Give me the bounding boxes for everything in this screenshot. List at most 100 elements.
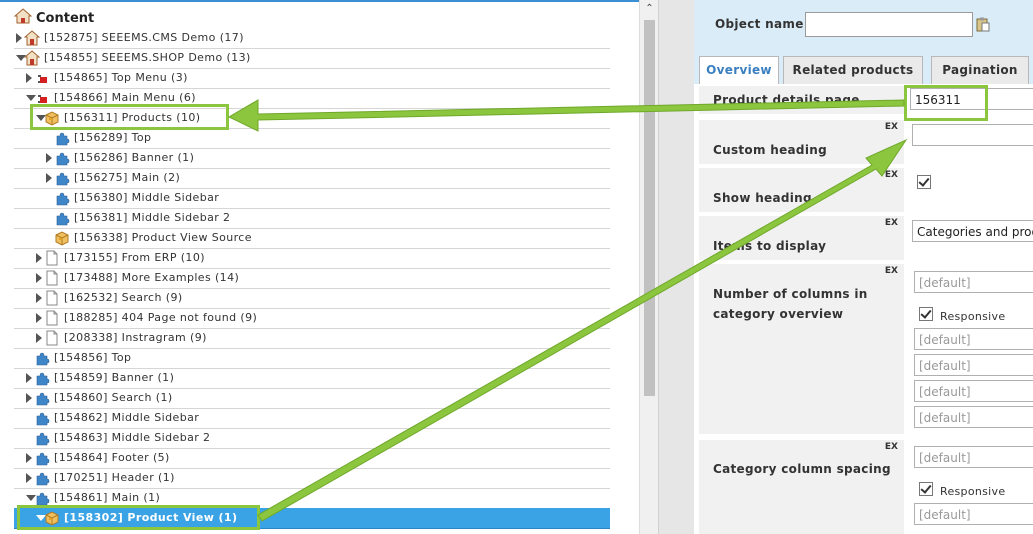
columns-breakpoint-input[interactable]: [default] <box>914 328 1033 350</box>
tree-scrollbar[interactable]: ⌃ <box>639 0 659 534</box>
ex-badge: EX <box>884 442 898 452</box>
tree-row[interactable]: [156380] Middle Sidebar <box>14 188 610 209</box>
ex-badge: EX <box>884 170 898 180</box>
tree-row[interactable]: [152875] SEEEMS.CMS Demo (17) <box>14 28 610 49</box>
tree-row[interactable]: [154860] Search (1) <box>14 388 610 409</box>
tab-overview[interactable]: Overview <box>699 56 779 86</box>
tree-row[interactable]: [173488] More Examples (14) <box>14 268 610 289</box>
content-tree-panel: Content [152875] SEEEMS.CMS Demo (17) [15… <box>0 0 659 534</box>
tree-row[interactable]: [188285] 404 Page not found (9) <box>14 308 610 329</box>
spacing-responsive-checkbox[interactable] <box>919 482 933 496</box>
tree-row-label: [154855] SEEEMS.SHOP Demo (13) <box>44 51 251 64</box>
page-icon <box>44 310 60 326</box>
highlight-products-node <box>30 104 229 130</box>
columns-breakpoint-input[interactable]: [default] <box>914 406 1033 428</box>
highlight-product-details-field <box>904 85 988 121</box>
tree-title[interactable]: Content <box>13 8 94 28</box>
expand-right-icon[interactable] <box>26 393 32 403</box>
tree-row[interactable]: [156338] Product View Source <box>14 228 610 249</box>
object-name-input[interactable] <box>805 12 973 37</box>
expand-right-icon[interactable] <box>36 273 42 283</box>
tree-row[interactable]: [154863] Middle Sidebar 2 <box>14 428 610 449</box>
columns-label-cell: EX Number of columns in category overvie… <box>699 264 904 434</box>
product-details-page-label-cell: Product details page <box>699 86 904 114</box>
expand-right-icon[interactable] <box>46 153 52 163</box>
object-name-label: Object name <box>715 17 804 31</box>
tree-row[interactable]: [162532] Search (9) <box>14 288 610 309</box>
tree-row[interactable]: [156381] Middle Sidebar 2 <box>14 208 610 229</box>
expand-right-icon[interactable] <box>36 313 42 323</box>
custom-heading-input[interactable] <box>912 124 1033 146</box>
spacing-breakpoint-input[interactable]: [default] <box>914 503 1033 525</box>
tree-row-label: [154856] Top <box>54 351 132 364</box>
scroll-up-icon[interactable]: ⌃ <box>640 3 659 17</box>
items-to-display-label-cell: EX Items to display <box>699 216 904 260</box>
puzzle-icon <box>34 450 50 466</box>
home-icon <box>13 8 33 28</box>
columns-label: Number of columns in category overview <box>713 287 868 321</box>
expand-right-icon[interactable] <box>26 73 32 83</box>
expand-right-icon[interactable] <box>16 33 22 43</box>
expand-right-icon[interactable] <box>36 333 42 343</box>
puzzle-icon <box>34 410 50 426</box>
tree-row[interactable]: [154864] Footer (5) <box>14 448 610 469</box>
tree-row-label: [156381] Middle Sidebar 2 <box>74 211 231 224</box>
tree-row[interactable]: [154859] Banner (1) <box>14 368 610 389</box>
overview-form: Product details page 156311 EX Custom he… <box>694 84 1033 534</box>
product-details-page-label: Product details page <box>713 93 860 107</box>
tree-row[interactable]: [170251] Header (1) <box>14 468 610 489</box>
expand-right-icon[interactable] <box>36 253 42 263</box>
tree-row[interactable]: [156275] Main (2) <box>14 168 610 189</box>
spacing-responsive-label: Responsive <box>940 485 1006 498</box>
tree-row-label: [170251] Header (1) <box>54 471 175 484</box>
puzzle-icon <box>34 470 50 486</box>
expand-right-icon[interactable] <box>26 373 32 383</box>
tree-row-label: [173488] More Examples (14) <box>64 271 240 284</box>
spacing-label: Category column spacing <box>713 462 891 476</box>
page-icon <box>44 250 60 266</box>
scroll-thumb[interactable] <box>644 20 655 396</box>
columns-breakpoint-input[interactable]: [default] <box>914 380 1033 402</box>
items-to-display-select[interactable]: Categories and products <box>912 220 1033 242</box>
tabs-strip: Overview Related products Pagination <box>694 56 1033 86</box>
spacing-input[interactable]: [default] <box>914 446 1033 468</box>
show-heading-label: Show heading <box>713 191 812 205</box>
expand-right-icon[interactable] <box>26 453 32 463</box>
house-icon <box>23 30 41 46</box>
expand-right-icon[interactable] <box>36 293 42 303</box>
tree-row[interactable]: [208338] Instragram (9) <box>14 328 610 349</box>
clipboard-icon[interactable] <box>976 17 990 36</box>
columns-breakpoint-input[interactable]: [default] <box>914 354 1033 376</box>
show-heading-label-cell: EX Show heading <box>699 168 904 212</box>
tree-row-label: [154859] Banner (1) <box>54 371 175 384</box>
puzzle-icon <box>34 490 50 506</box>
tree-row[interactable]: [154855] SEEEMS.SHOP Demo (13) <box>14 48 610 69</box>
tree-row[interactable]: [154856] Top <box>14 348 610 369</box>
expand-right-icon[interactable] <box>26 473 32 483</box>
expand-right-icon[interactable] <box>46 173 52 183</box>
tree-row-label: [152875] SEEEMS.CMS Demo (17) <box>44 31 244 44</box>
tree-row[interactable]: [154865] Top Menu (3) <box>14 68 610 89</box>
menu-icon <box>34 70 50 86</box>
tree-row-label: [162532] Search (9) <box>64 291 183 304</box>
columns-responsive-checkbox[interactable] <box>919 307 933 321</box>
tree-row[interactable]: [156286] Banner (1) <box>14 148 610 169</box>
puzzle-icon <box>54 170 70 186</box>
columns-input[interactable]: [default] <box>914 271 1033 293</box>
tree-row-label: [188285] 404 Page not found (9) <box>64 311 258 324</box>
tree-row-label: [156289] Top <box>74 131 152 144</box>
tree-row-label: [154864] Footer (5) <box>54 451 170 464</box>
tree-row-label: [156286] Banner (1) <box>74 151 195 164</box>
tree-row[interactable]: [156289] Top <box>14 128 610 149</box>
puzzle-icon <box>54 210 70 226</box>
puzzle-icon <box>54 150 70 166</box>
tab-pagination[interactable]: Pagination <box>931 56 1029 85</box>
tree-row[interactable]: [173155] From ERP (10) <box>14 248 610 269</box>
tree-row-label: [154861] Main (1) <box>54 491 161 504</box>
page-icon <box>44 270 60 286</box>
show-heading-checkbox[interactable] <box>917 175 931 189</box>
panel-divider[interactable] <box>658 0 695 534</box>
puzzle-icon <box>54 190 70 206</box>
tab-related-products[interactable]: Related products <box>783 56 923 85</box>
tree-row[interactable]: [154862] Middle Sidebar <box>14 408 610 429</box>
